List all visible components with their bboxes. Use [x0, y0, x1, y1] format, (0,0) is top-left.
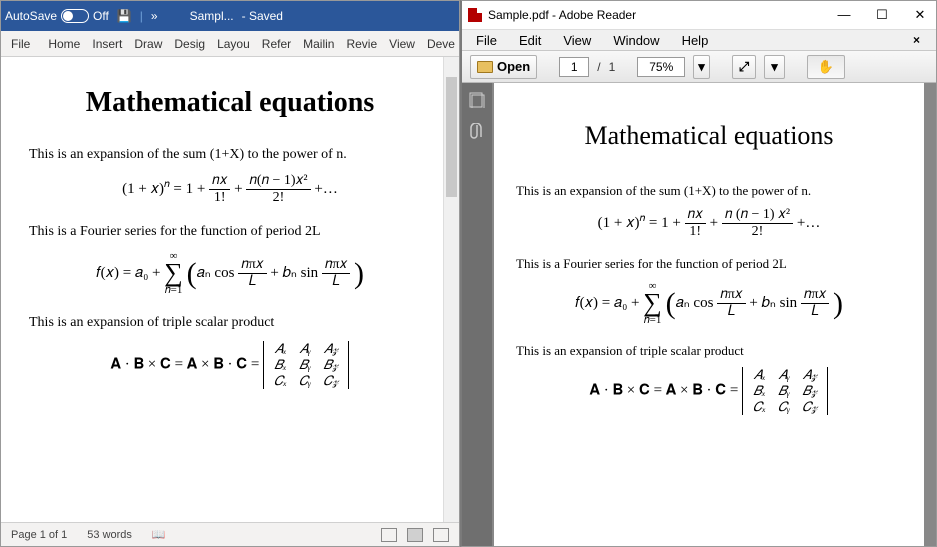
pdf-para-1: This is an expansion of the sum (1+X) to…: [516, 183, 902, 199]
qat-separator: |: [140, 9, 143, 23]
open-label: Open: [497, 59, 530, 74]
chevron-down-icon: ▾: [771, 59, 778, 75]
scrollbar-thumb[interactable]: [446, 77, 457, 197]
adobe-toolbar: Open / 1 ▾ ⤢ ▾ ✋: [462, 51, 936, 83]
word-window: AutoSave Off 💾 | » Sampl... - Saved File…: [0, 0, 460, 547]
sigma-icon: ∞∑𝑛=1: [164, 250, 183, 297]
zoom-input[interactable]: [637, 57, 685, 77]
adobe-titlebar: Sample.pdf - Adobe Reader — ☐ ✕: [462, 1, 936, 29]
folder-icon: [477, 61, 493, 73]
determinant: 𝐴ₓ𝐴ᵧ𝐴𝓏 𝐵ₓ𝐵ᵧ𝐵𝓏 𝐶ₓ𝐶ᵧ𝐶𝓏: [263, 341, 349, 389]
close-button[interactable]: ✕: [910, 7, 930, 23]
adobe-sidebar: [462, 83, 492, 546]
equation-triple-product: 𝐀 · 𝐁 × 𝐂 = 𝐀 × 𝐁 · 𝐂 = 𝐴ₓ𝐴ᵧ𝐴𝓏 𝐵ₓ𝐵ᵧ𝐵𝓏 𝐶ₓ…: [29, 341, 431, 389]
page-sep: /: [597, 60, 600, 74]
pdf-para-3: This is an expansion of triple scalar pr…: [516, 343, 902, 359]
document-page: Mathematical equations This is an expans…: [1, 57, 459, 413]
equation-fourier: 𝑓(𝑥) = 𝑎₀ + ∞∑𝑛=1 (𝑎ₙ cos 𝑛π𝑥𝐿 + 𝑏ₙ sin …: [29, 250, 431, 297]
menu-window[interactable]: Window: [603, 31, 669, 50]
adobe-page-area[interactable]: Mathematical equations This is an expans…: [492, 83, 936, 546]
autosave-label: AutoSave: [5, 9, 57, 23]
hand-icon: ✋: [818, 59, 834, 75]
document-filename: Sampl...: [190, 9, 234, 23]
attachments-icon[interactable]: [468, 123, 486, 141]
doc-para-3: This is an expansion of triple scalar pr…: [29, 315, 431, 331]
ribbon-tab-review[interactable]: Revie: [340, 31, 383, 56]
equation-binomial: (1 + 𝑥)𝑛 = 1 + 𝑛𝑥1! + 𝑛(𝑛 − 1)𝑥²2! +…: [29, 173, 431, 206]
pdf-equation-binomial: (1 + 𝑥)𝑛 = 1 + 𝑛𝑥1! + 𝑛 (𝑛 − 1) 𝑥²2! +…: [516, 207, 902, 240]
word-ribbon: File Home Insert Draw Desig Layou Refer …: [1, 31, 459, 57]
expand-icon: ⤢: [739, 59, 749, 75]
chevron-down-icon: ▾: [698, 59, 705, 75]
ribbon-tab-home[interactable]: Home: [42, 31, 86, 56]
word-scrollbar[interactable]: [443, 57, 459, 522]
pdf-equation-triple-product: 𝐀 · 𝐁 × 𝐂 = 𝐀 × 𝐁 · 𝐂 = 𝐴ₓ𝐴ᵧ𝐴𝓏 𝐵ₓ𝐵ᵧ𝐵𝓏 𝐶ₓ…: [516, 367, 902, 415]
doc-para-1: This is an expansion of the sum (1+X) to…: [29, 147, 431, 163]
ribbon-tab-design[interactable]: Desig: [168, 31, 211, 56]
page-thumbnails-icon[interactable]: [468, 91, 486, 109]
status-spellcheck-icon[interactable]: 📖: [152, 528, 166, 541]
autosave-state: Off: [93, 9, 109, 23]
ribbon-tab-file[interactable]: File: [1, 31, 42, 56]
pdf-title: Mathematical equations: [516, 121, 902, 151]
minimize-button[interactable]: —: [834, 7, 854, 23]
ribbon-tab-developer[interactable]: Deve: [421, 31, 461, 56]
autosave-switch-icon[interactable]: [61, 9, 89, 23]
menubar-close-icon[interactable]: ×: [903, 31, 930, 49]
web-layout-icon[interactable]: [433, 528, 449, 542]
adobe-menubar: File Edit View Window Help ×: [462, 29, 936, 51]
saved-indicator: - Saved: [242, 9, 283, 23]
ribbon-tab-view[interactable]: View: [383, 31, 421, 56]
status-word-count[interactable]: 53 words: [87, 529, 132, 541]
save-icon[interactable]: 💾: [117, 9, 132, 23]
hand-tool-button[interactable]: ✋: [807, 55, 845, 79]
doc-title: Mathematical equations: [29, 87, 431, 119]
menu-view[interactable]: View: [553, 31, 601, 50]
autosave-toggle[interactable]: AutoSave Off: [5, 9, 109, 23]
fit-page-button[interactable]: ⤢: [732, 55, 756, 79]
toolbar-dropdown-button[interactable]: ▾: [764, 55, 785, 79]
pdf-equation-fourier: 𝑓(𝑥) = 𝑎₀ + ∞∑𝑛=1 (𝑎ₙ cos 𝑛π𝑥𝐿 + 𝑏ₙ sin …: [516, 280, 902, 327]
word-document-area[interactable]: Mathematical equations This is an expans…: [1, 57, 459, 522]
ribbon-tab-references[interactable]: Refer: [256, 31, 297, 56]
print-layout-icon[interactable]: [407, 528, 423, 542]
ribbon-tab-layout[interactable]: Layou: [211, 31, 256, 56]
adobe-body: Mathematical equations This is an expans…: [462, 83, 936, 546]
ribbon-tab-insert[interactable]: Insert: [86, 31, 128, 56]
pdf-file-icon: [468, 8, 482, 22]
menu-help[interactable]: Help: [672, 31, 719, 50]
ribbon-tab-mailings[interactable]: Mailin: [297, 31, 340, 56]
zoom-dropdown-button[interactable]: ▾: [693, 55, 710, 79]
qat-overflow-icon[interactable]: »: [151, 9, 158, 23]
page-current-input[interactable]: [559, 57, 589, 77]
open-button[interactable]: Open: [470, 55, 537, 79]
menu-edit[interactable]: Edit: [509, 31, 551, 50]
read-mode-icon[interactable]: [381, 528, 397, 542]
pdf-page: Mathematical equations This is an expans…: [494, 83, 924, 546]
maximize-button[interactable]: ☐: [872, 7, 892, 23]
adobe-window-title: Sample.pdf - Adobe Reader: [488, 8, 636, 22]
doc-para-2: This is a Fourier series for the functio…: [29, 224, 431, 240]
menu-file[interactable]: File: [466, 31, 507, 50]
status-page[interactable]: Page 1 of 1: [11, 529, 67, 541]
pdf-para-2: This is a Fourier series for the functio…: [516, 256, 902, 272]
ribbon-tab-draw[interactable]: Draw: [128, 31, 168, 56]
adobe-window: Sample.pdf - Adobe Reader — ☐ ✕ File Edi…: [460, 0, 937, 547]
page-total: 1: [609, 60, 616, 74]
word-statusbar: Page 1 of 1 53 words 📖: [1, 522, 459, 546]
word-titlebar: AutoSave Off 💾 | » Sampl... - Saved: [1, 1, 459, 31]
